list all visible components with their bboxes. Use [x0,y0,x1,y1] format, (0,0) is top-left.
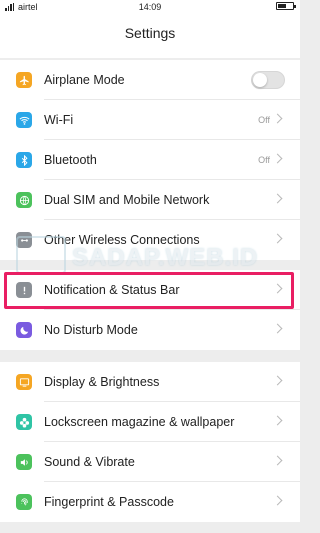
battery-icon [276,2,296,10]
settings-item-lockscreen-wallpaper[interactable]: Lockscreen magazine & wallpaper [0,402,300,442]
settings-item-label: No Disturb Mode [44,323,138,337]
clock: 14:09 [138,2,162,12]
chevron-right-icon [272,455,283,466]
airplane-icon [16,72,32,88]
chevron-right-icon [272,233,283,244]
status-value: Off [258,155,270,165]
settings-item-other-wireless[interactable]: Other Wireless Connections [0,220,300,260]
chevron-right-icon [272,415,283,426]
settings-item-sound-vibrate[interactable]: Sound & Vibrate [0,442,300,482]
link-icon [16,232,32,248]
settings-item-label: Wi-Fi [44,113,74,127]
chevron-right-icon [272,323,283,334]
settings-item-no-disturb[interactable]: No Disturb Mode [0,310,300,350]
chevron-right-icon [272,153,283,164]
chevron-right-icon [272,495,283,506]
airplane-mode-toggle[interactable] [251,71,285,89]
chevron-right-icon [272,113,283,124]
settings-item-label: Airplane Mode [44,73,125,87]
settings-item-label: Other Wireless Connections [44,233,200,247]
moon-icon [16,322,32,338]
settings-item-label: Lockscreen magazine & wallpaper [44,415,235,429]
page-title: Settings [0,14,300,58]
status-value: Off [258,115,270,125]
settings-item-fingerprint-passcode[interactable]: Fingerprint & Passcode [0,482,300,522]
settings-item-dual-sim[interactable]: Dual SIM and Mobile Network [0,180,300,220]
settings-group-personalization: Display & Brightness Lockscreen magazine… [0,362,300,522]
settings-item-wifi[interactable]: Wi-Fi Off [0,100,300,140]
settings-item-label: Sound & Vibrate [44,455,135,469]
flower-icon [16,414,32,430]
settings-item-label: Fingerprint & Passcode [44,495,174,509]
chevron-right-icon [272,193,283,204]
highlight-box [4,272,294,309]
settings-item-label: Bluetooth [44,153,97,167]
globe-icon [16,192,32,208]
settings-item-airplane-mode[interactable]: Airplane Mode [0,60,300,100]
fingerprint-icon [16,494,32,510]
bluetooth-icon [16,152,32,168]
wifi-icon [16,112,32,128]
settings-item-label: Dual SIM and Mobile Network [44,193,210,207]
settings-item-display-brightness[interactable]: Display & Brightness [0,362,300,402]
settings-item-bluetooth[interactable]: Bluetooth Off [0,140,300,180]
chevron-right-icon [272,375,283,386]
settings-item-label: Display & Brightness [44,375,160,389]
status-bar: airtel 14:09 [0,0,300,14]
display-icon [16,374,32,390]
speaker-icon [16,454,32,470]
settings-group-wireless: Airplane Mode Wi-Fi Off Bluetooth Off Du… [0,60,300,260]
